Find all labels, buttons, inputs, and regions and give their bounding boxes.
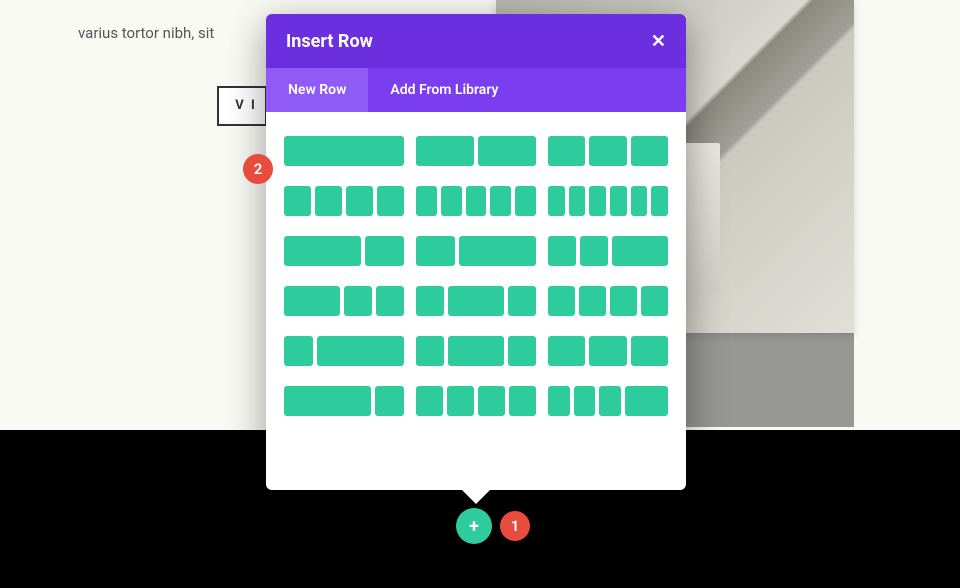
layout-option-r1c1[interactable]	[416, 186, 536, 216]
layout-col	[509, 386, 536, 416]
layout-col	[416, 236, 455, 266]
layout-col	[344, 286, 372, 316]
layout-option-r3c0[interactable]	[284, 286, 404, 316]
layout-col	[651, 186, 668, 216]
layout-col	[317, 336, 404, 366]
annotation-marker-1: 1	[500, 511, 530, 541]
layout-col	[346, 186, 373, 216]
tab-add-from-library[interactable]: Add From Library	[368, 68, 520, 112]
layout-option-r0c2[interactable]	[548, 136, 668, 166]
layout-col	[284, 286, 340, 316]
layout-col	[448, 336, 504, 366]
layout-col	[589, 186, 606, 216]
layout-col	[508, 286, 536, 316]
layout-col	[610, 286, 637, 316]
layout-col	[579, 286, 606, 316]
layout-col	[284, 236, 361, 266]
layout-option-r2c2[interactable]	[548, 236, 668, 266]
layout-option-r2c1[interactable]	[416, 236, 536, 266]
layout-col	[599, 386, 621, 416]
layout-col	[574, 386, 596, 416]
layout-col	[447, 386, 474, 416]
annotation-marker-2: 2	[243, 154, 273, 184]
layout-col	[631, 186, 648, 216]
layout-col	[548, 236, 576, 266]
layout-col	[416, 386, 443, 416]
layout-col	[284, 336, 313, 366]
layout-col	[508, 336, 536, 366]
layout-col	[284, 386, 371, 416]
layout-option-r3c1[interactable]	[416, 286, 536, 316]
layout-option-r5c2[interactable]	[548, 386, 668, 416]
tab-new-row[interactable]: New Row	[266, 68, 368, 112]
layout-option-r0c1[interactable]	[416, 136, 536, 166]
layout-col	[459, 236, 536, 266]
modal-pointer-tail	[462, 490, 490, 504]
layout-col	[548, 336, 585, 366]
layout-col	[589, 136, 626, 166]
layout-col	[478, 386, 505, 416]
layout-col	[416, 136, 474, 166]
layout-col	[548, 386, 570, 416]
layout-col	[515, 186, 536, 216]
layout-grid	[266, 112, 686, 426]
layout-col	[377, 186, 404, 216]
layout-col	[448, 286, 504, 316]
layout-col	[548, 136, 585, 166]
layout-option-r4c2[interactable]	[548, 336, 668, 366]
layout-option-r0c0[interactable]	[284, 136, 404, 166]
layout-col	[478, 136, 536, 166]
modal-header: Insert Row ✕	[266, 14, 686, 68]
layout-col	[466, 186, 487, 216]
layout-col	[284, 186, 311, 216]
view-button[interactable]: V I	[217, 86, 267, 126]
layout-option-r3c2[interactable]	[548, 286, 668, 316]
layout-option-r2c0[interactable]	[284, 236, 404, 266]
layout-col	[610, 186, 627, 216]
layout-option-r4c0[interactable]	[284, 336, 404, 366]
layout-col	[315, 186, 342, 216]
modal-tabs: New Row Add From Library	[266, 68, 686, 112]
layout-col	[580, 236, 608, 266]
layout-option-r5c0[interactable]	[284, 386, 404, 416]
layout-col	[416, 286, 444, 316]
layout-option-r4c1[interactable]	[416, 336, 536, 366]
layout-col	[625, 386, 668, 416]
layout-option-r1c2[interactable]	[548, 186, 668, 216]
layout-col	[375, 386, 404, 416]
layout-col	[612, 236, 668, 266]
layout-col	[631, 136, 668, 166]
layout-col	[441, 186, 462, 216]
layout-col	[490, 186, 511, 216]
layout-col	[641, 286, 668, 316]
layout-col	[284, 136, 404, 166]
layout-col	[376, 286, 404, 316]
body-text: varius tortor nibh, sit	[78, 24, 214, 42]
add-section-button[interactable]: +	[456, 508, 492, 544]
layout-col	[548, 286, 575, 316]
layout-col	[589, 336, 626, 366]
layout-col	[365, 236, 404, 266]
layout-option-r1c0[interactable]	[284, 186, 404, 216]
layout-col	[569, 186, 586, 216]
insert-row-modal: Insert Row ✕ New Row Add From Library	[266, 14, 686, 490]
layout-col	[416, 186, 437, 216]
layout-col	[416, 336, 444, 366]
layout-col	[631, 336, 668, 366]
close-icon[interactable]: ✕	[651, 31, 666, 52]
layout-option-r5c1[interactable]	[416, 386, 536, 416]
layout-col	[548, 186, 565, 216]
modal-title: Insert Row	[286, 31, 373, 52]
